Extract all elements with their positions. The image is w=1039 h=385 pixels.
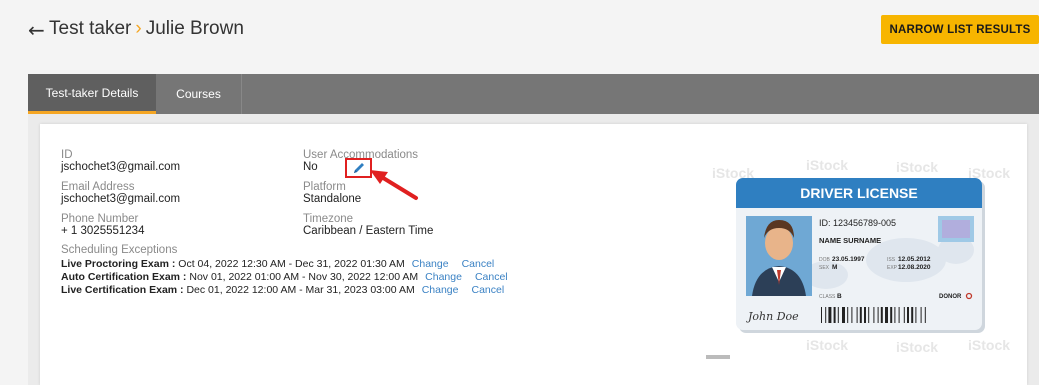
license-id: ID: 123456789-005 — [819, 218, 896, 228]
exception-name: Live Proctoring Exam : — [61, 258, 176, 270]
license-sex-label: SEX — [819, 265, 830, 271]
license-title: DRIVER LICENSE — [800, 185, 917, 201]
exception-range: Dec 01, 2022 12:00 AM - Mar 31, 2023 03:… — [183, 284, 415, 296]
watermark-text: iStock — [806, 337, 848, 353]
license-donor: DONOR — [939, 294, 962, 300]
id-document-image: iStock iStock iStock iStock iStock iStoc… — [706, 150, 1016, 365]
breadcrumb-root[interactable]: Test taker — [49, 18, 131, 39]
license-exp-label: EXP — [887, 265, 898, 271]
exception-row: Auto Certification Exam : Nov 01, 2022 0… — [61, 271, 508, 283]
change-link[interactable]: Change — [422, 284, 459, 296]
exception-row: Live Certification Exam : Dec 01, 2022 1… — [61, 284, 504, 296]
email-label: Email Address — [61, 181, 135, 193]
license-class-label: CLASS — [819, 294, 836, 300]
license-signature: John Doe — [746, 310, 799, 323]
cancel-link[interactable]: Cancel — [462, 258, 495, 270]
platform-label: Platform — [303, 181, 346, 193]
breadcrumb-current: Julie Brown — [145, 18, 244, 39]
timezone-label: Timezone — [303, 213, 354, 225]
change-link[interactable]: Change — [412, 258, 449, 270]
narrow-list-results-button[interactable]: NARROW LIST RESULTS — [881, 15, 1039, 44]
phone-value: + 1 3025551234 — [61, 225, 145, 237]
change-link[interactable]: Change — [425, 271, 462, 283]
breadcrumb-separator: › — [135, 18, 142, 39]
driver-license-image: iStock iStock iStock iStock iStock iStoc… — [706, 150, 1016, 365]
cancel-link[interactable]: Cancel — [471, 284, 504, 296]
exception-range: Oct 04, 2022 12:30 AM - Dec 31, 2022 01:… — [175, 258, 405, 270]
exception-row: Live Proctoring Exam : Oct 04, 2022 12:3… — [61, 258, 494, 270]
license-class: B — [837, 293, 842, 300]
accommodations-value: No — [303, 161, 318, 173]
watermark-text: iStock — [896, 159, 938, 175]
cancel-link[interactable]: Cancel — [475, 271, 508, 283]
breadcrumb: Test taker › Julie Brown — [49, 18, 244, 40]
id-value: jschochet3@gmail.com — [61, 161, 181, 173]
watermark-text: iStock — [968, 337, 1010, 353]
arrow-left-icon[interactable]: ← — [28, 18, 45, 42]
license-sex: M — [832, 264, 837, 271]
phone-label: Phone Number — [61, 213, 139, 225]
timezone-value: Caribbean / Eastern Time — [303, 225, 434, 237]
tab-bar: Test-taker Details Courses — [28, 74, 1039, 114]
exception-name: Live Certification Exam : — [61, 284, 184, 296]
license-name: NAME SURNAME — [819, 236, 881, 245]
email-value: jschochet3@gmail.com — [61, 193, 181, 205]
annotation-arrow-icon — [370, 170, 418, 200]
tab-courses[interactable]: Courses — [156, 74, 242, 114]
watermark-text: iStock — [806, 157, 848, 173]
exception-name: Auto Certification Exam : — [61, 271, 187, 283]
license-iss-label: ISS — [887, 257, 896, 263]
license-dob: 23.05.1997 — [832, 256, 865, 263]
scheduling-exceptions-label: Scheduling Exceptions — [61, 244, 178, 256]
watermark-text: iStock — [896, 339, 938, 355]
pencil-icon — [353, 163, 364, 173]
page-header: ← Test taker › Julie Brown NARROW LIST RES… — [0, 0, 1039, 58]
platform-value: Standalone — [303, 193, 362, 205]
id-label: ID — [61, 149, 73, 161]
license-exp: 12.08.2020 — [898, 264, 931, 271]
license-dob-label: DOB — [819, 257, 831, 263]
exception-range: Nov 01, 2022 01:00 AM - Nov 30, 2022 12:… — [186, 271, 419, 283]
license-iss: 12.05.2012 — [898, 256, 931, 263]
tab-test-taker-details[interactable]: Test-taker Details — [28, 74, 156, 114]
